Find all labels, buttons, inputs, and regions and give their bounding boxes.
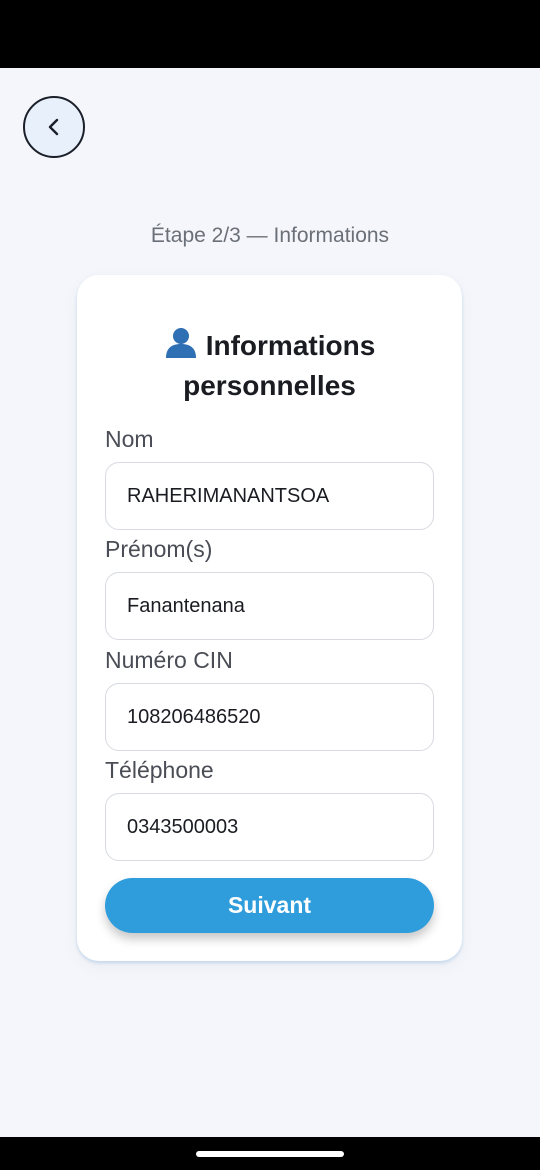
- screen: Étape 2/3 — Informations Informations pe…: [0, 0, 540, 1170]
- card-title: Informations personnelles: [77, 325, 462, 404]
- step-label: Étape 2/3 — Informations: [150, 224, 390, 247]
- next-button[interactable]: Suivant: [105, 878, 434, 933]
- personal-info-card: Informations personnelles Nom Prénom(s) …: [77, 275, 462, 961]
- cin-input[interactable]: [105, 683, 434, 751]
- telephone-input[interactable]: [105, 793, 434, 861]
- cin-label: Numéro CIN: [105, 647, 233, 673]
- telephone-label: Téléphone: [105, 757, 214, 783]
- home-indicator[interactable]: [196, 1151, 344, 1157]
- card-title-line1: Informations: [205, 330, 376, 361]
- person-icon: [164, 325, 198, 368]
- status-bar: [0, 0, 540, 68]
- nom-input[interactable]: [105, 462, 434, 530]
- card-title-line2: personnelles: [183, 370, 356, 401]
- chevron-left-icon: [48, 118, 59, 136]
- prenom-input[interactable]: [105, 572, 434, 640]
- prenom-label: Prénom(s): [105, 536, 213, 562]
- navigation-bar: [0, 1137, 540, 1170]
- nom-label: Nom: [105, 426, 154, 452]
- back-button[interactable]: [23, 96, 85, 158]
